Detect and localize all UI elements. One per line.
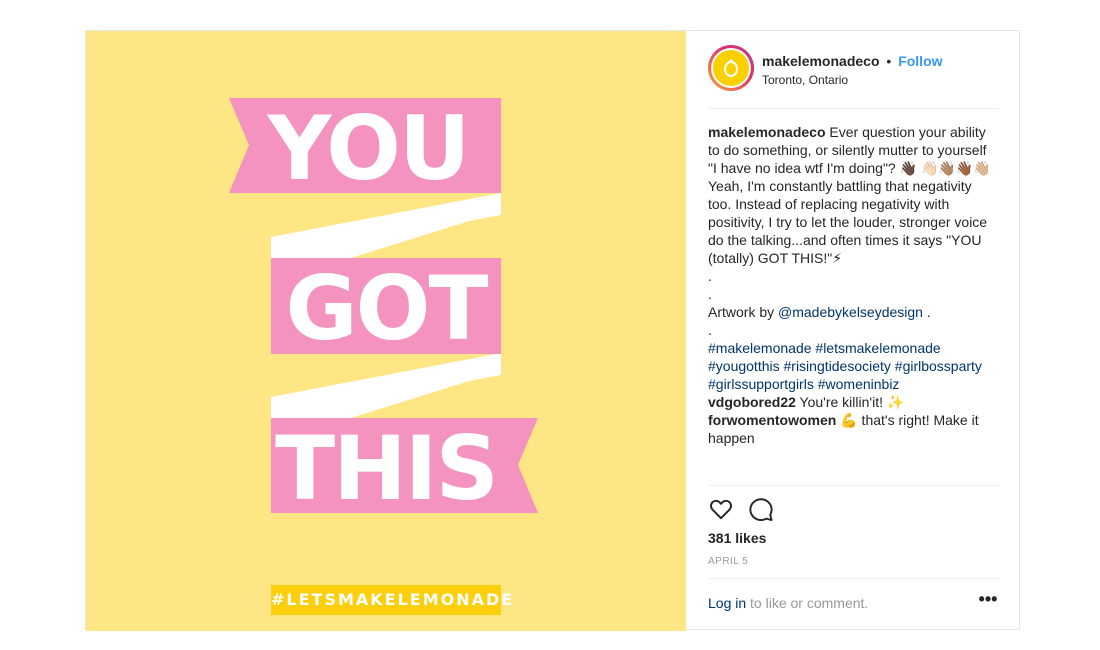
post-actions: 381 likes APRIL 5 Log in to like or comm… (708, 485, 998, 625)
post-sidebar: makelemonadeco • Follow Toronto, Ontario… (686, 31, 1021, 631)
login-link[interactable]: Log in (708, 595, 746, 611)
lemon-logo-icon (713, 50, 749, 86)
separator-dot: • (886, 53, 892, 69)
artwork-graphic: YOU GOT THIS (229, 97, 538, 520)
header-username[interactable]: makelemonadeco (762, 53, 880, 69)
likes-count[interactable]: 381 likes (708, 530, 766, 546)
hashtags: #makelemonade #letsmakelemonade #yougott… (708, 339, 998, 393)
hashtag-link[interactable]: #risingtidesociety (784, 358, 891, 374)
comment-username[interactable]: vdgobored22 (708, 394, 796, 410)
caption-username[interactable]: makelemonadeco (708, 124, 826, 140)
comments-list[interactable]: makelemonadeco Ever question your abilit… (708, 123, 998, 485)
caption-dot: . (708, 286, 712, 302)
login-bar: Log in to like or comment. ••• (708, 578, 998, 626)
avatar[interactable] (708, 45, 754, 91)
speech-bubble-icon[interactable] (748, 496, 776, 524)
artwork-line-1: YOU (267, 97, 469, 200)
artwork-credit: Artwork by @madebykelseydesign . (708, 304, 931, 320)
hashtag-link[interactable]: #yougotthis (708, 358, 780, 374)
comment: vdgobored22 You're killin'it! ✨ (708, 393, 998, 411)
post-image: YOU GOT THIS #LETSMAKELEMONADE (86, 31, 686, 631)
post-date: APRIL 5 (708, 556, 749, 567)
hashtag-link[interactable]: #womeninbiz (818, 376, 900, 392)
hashtag-link[interactable]: #makelemonade (708, 340, 812, 356)
caption-dot: . (708, 322, 712, 338)
hashtag-link[interactable]: #girlbossparty (895, 358, 982, 374)
comment-text: You're killin'it! ✨ (799, 394, 905, 410)
login-prompt: to like or comment. (750, 595, 869, 611)
follow-button[interactable]: Follow (898, 53, 942, 69)
hashtag-link[interactable]: #letsmakelemonade (815, 340, 940, 356)
post-header: makelemonadeco • Follow Toronto, Ontario (708, 45, 998, 109)
caption: makelemonadeco Ever question your abilit… (708, 123, 998, 267)
instagram-post: YOU GOT THIS #LETSMAKELEMONADE makelemon… (85, 30, 1021, 631)
artwork-line-3: THIS (275, 417, 497, 520)
artwork-hashtag: #LETSMAKELEMONADE (271, 585, 512, 615)
artist-mention-link[interactable]: @madebykelseydesign (778, 304, 923, 320)
location-link[interactable]: Toronto, Ontario (762, 73, 848, 87)
comment-username[interactable]: forwomentowomen (708, 412, 836, 428)
more-options-button[interactable]: ••• (978, 589, 998, 613)
hashtag-link[interactable]: #girlssupportgirls (708, 376, 814, 392)
artwork-line-2: GOT (285, 257, 488, 360)
heart-icon[interactable] (708, 496, 736, 524)
comment: forwomentowomen 💪 that's right! Make it … (708, 411, 998, 447)
caption-dot: . (708, 268, 712, 284)
